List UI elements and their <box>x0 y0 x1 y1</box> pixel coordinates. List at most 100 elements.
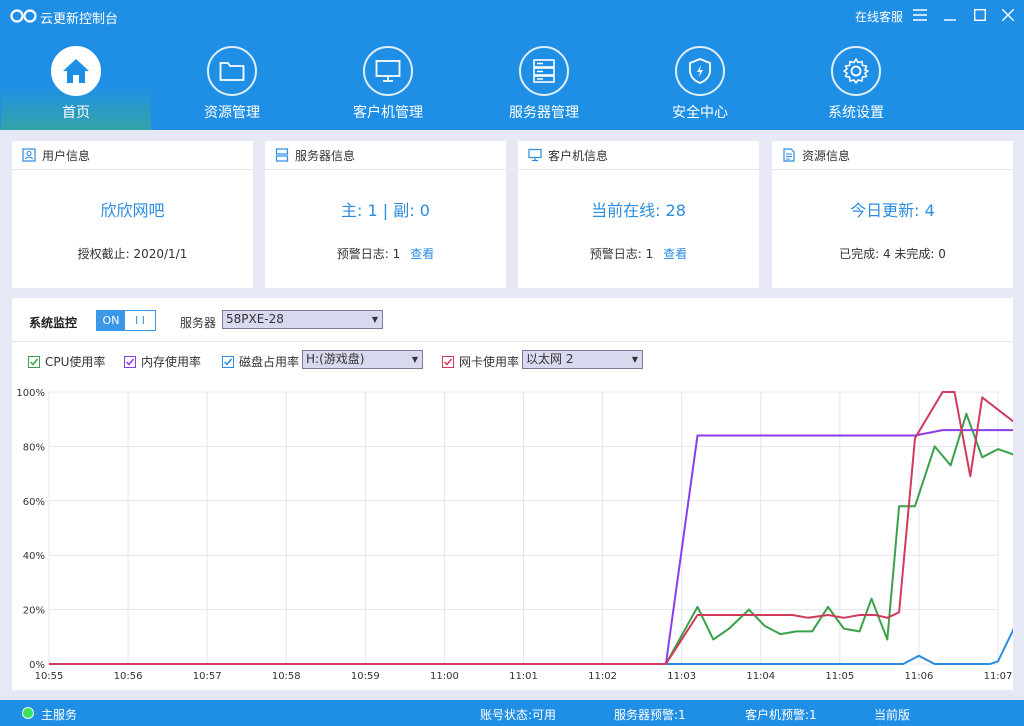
x-tick-label: 11:07 <box>984 671 1013 682</box>
user-info-card: 用户信息 欣欣网吧 授权截止: 2020/1/1 <box>12 141 253 288</box>
resource-card-icon <box>783 148 795 162</box>
close-button[interactable] <box>998 6 1018 26</box>
cafe-name: 欣欣网吧 <box>100 201 165 220</box>
toggle-on[interactable]: ON <box>97 311 125 330</box>
memory-checkbox[interactable]: 内存使用率 <box>124 353 201 370</box>
gear-icon <box>843 58 869 84</box>
monitor-toggle[interactable]: ON I I <box>96 310 156 331</box>
client-card-icon <box>528 148 542 162</box>
app-logo-icon <box>10 9 37 23</box>
online-count: 当前在线: 28 <box>591 201 686 220</box>
server-alert-count: 服务器预警:1 <box>614 708 686 722</box>
checkbox-icon <box>28 355 40 368</box>
menu-icon <box>913 9 927 21</box>
server-info-card: 服务器信息 主: 1 | 副: 0 预警日志: 1 查看 <box>265 141 506 288</box>
card-title: 用户信息 <box>42 148 91 163</box>
checkbox-icon <box>222 355 234 368</box>
card-title: 服务器信息 <box>295 148 356 163</box>
client-alert-line: 预警日志: 1 查看 <box>518 245 759 262</box>
line-chart: 0% 20% 40% 60% 80% 100% 10:55 10:56 10:57 10:58 10… <box>16 388 1013 682</box>
chevron-down-icon: ▼ <box>411 355 418 364</box>
disk-checkbox[interactable]: 磁盘占用率 <box>222 353 299 370</box>
server-select-value: 58PXE-28 <box>226 312 284 326</box>
version-info: 当前版本:2019.3.15.11282 <box>874 708 993 726</box>
x-tick-label: 10:59 <box>351 671 380 682</box>
online-service-link[interactable]: 在线客服 <box>855 8 903 25</box>
nav-label: 系统设置 <box>828 105 884 121</box>
card-title: 资源信息 <box>802 148 851 163</box>
nav-item-settings[interactable]: 系统设置 <box>781 32 931 130</box>
nav-item-clients[interactable]: 客户机管理 <box>313 32 463 130</box>
x-tick-label: 10:55 <box>35 671 64 682</box>
x-tick-label: 11:01 <box>509 671 538 682</box>
close-icon <box>1001 8 1015 22</box>
client-alert-count: 客户机预警:1 <box>745 708 817 722</box>
status-bar: 主服务 账号状态:可用 服务器预警:1 客户机预警:1 当前版本:2019.3.… <box>0 700 1024 726</box>
license-expiry: 授权截止: 2020/1/1 <box>77 247 188 261</box>
nav-item-servers[interactable]: 服务器管理 <box>469 32 619 130</box>
nav-item-security[interactable]: 安全中心 <box>625 32 775 130</box>
network-select[interactable]: 以太网 2 ▼ <box>522 350 643 369</box>
main-service-status: 主服务 <box>41 708 78 722</box>
nav-circle <box>831 46 881 96</box>
server-select[interactable]: 58PXE-28 ▼ <box>222 310 383 329</box>
x-tick-label: 10:58 <box>272 671 301 682</box>
maximize-button[interactable] <box>970 6 990 26</box>
app-title: 云更新控制台 <box>40 12 119 27</box>
checkbox-icon <box>442 355 454 368</box>
server-view-link[interactable]: 查看 <box>410 247 434 261</box>
x-tick-label: 11:05 <box>825 671 854 682</box>
card-header: 用户信息 <box>12 141 253 170</box>
x-tick-label: 11:02 <box>588 671 617 682</box>
toggle-off[interactable]: I I <box>125 311 155 330</box>
nav-item-home[interactable]: 首页 <box>1 32 151 130</box>
server-card-icon <box>275 148 289 162</box>
nav-label: 安全中心 <box>672 105 728 121</box>
cpu-label: CPU使用率 <box>45 355 106 369</box>
server-label: 服务器 <box>180 316 217 330</box>
nav-label: 服务器管理 <box>509 105 579 121</box>
nav-circle <box>675 46 725 96</box>
y-tick-label: 20% <box>23 606 45 617</box>
x-tick-label: 11:06 <box>905 671 934 682</box>
x-tick-label: 10:56 <box>114 671 143 682</box>
title-bar: 云更新控制台 在线客服 <box>0 0 1024 32</box>
account-status: 账号状态:可用 <box>480 708 557 722</box>
nav-circle <box>363 46 413 96</box>
nav-item-resources[interactable]: 资源管理 <box>157 32 307 130</box>
folder-icon <box>219 62 245 81</box>
y-tick-label: 40% <box>23 551 45 562</box>
maximize-icon <box>973 8 987 22</box>
system-monitor-panel: 系统监控 ON I I 服务器 58PXE-28 ▼ CPU使用率 内存使用率 … <box>12 298 1013 690</box>
server-alert-line: 预警日志: 1 查看 <box>265 245 506 262</box>
nav-label: 客户机管理 <box>353 105 423 121</box>
client-alert-log: 预警日志: 1 <box>589 247 654 261</box>
y-tick-label: 60% <box>23 497 45 508</box>
card-header: 资源信息 <box>772 141 1013 170</box>
x-tick-label: 11:04 <box>746 671 775 682</box>
status-dot-icon <box>22 707 34 719</box>
memory-label: 内存使用率 <box>141 355 202 369</box>
app-header: 云更新控制台 在线客服 首页 资源管理 客户机管理 服务器管理 安全中心 系统设… <box>0 0 1024 130</box>
resource-info-card: 资源信息 今日更新: 4 已完成: 4 未完成: 0 <box>772 141 1013 288</box>
card-header: 服务器信息 <box>265 141 506 170</box>
disk-select[interactable]: H:(游戏盘) ▼ <box>302 350 423 369</box>
y-tick-label: 0% <box>29 660 45 671</box>
menu-button[interactable] <box>910 6 930 26</box>
network-select-value: 以太网 2 <box>526 352 574 366</box>
chevron-down-icon: ▼ <box>371 315 378 324</box>
minimize-button[interactable] <box>940 6 960 26</box>
disk-label: 磁盘占用率 <box>239 355 300 369</box>
minimize-icon <box>944 19 956 21</box>
main-nav: 首页 资源管理 客户机管理 服务器管理 安全中心 系统设置 <box>0 32 1024 130</box>
y-tick-label: 80% <box>23 442 45 453</box>
cpu-checkbox[interactable]: CPU使用率 <box>28 353 105 370</box>
home-icon <box>63 59 89 83</box>
nav-label: 首页 <box>62 105 90 121</box>
monitor-icon <box>375 60 401 82</box>
network-checkbox[interactable]: 网卡使用率 <box>442 353 519 370</box>
client-view-link[interactable]: 查看 <box>663 247 687 261</box>
checkbox-icon <box>124 355 136 368</box>
monitor-chart: 0% 20% 40% 60% 80% 100% 10:55 10:56 10:57 10:58 10… <box>12 381 1013 690</box>
x-tick-label: 11:03 <box>667 671 696 682</box>
